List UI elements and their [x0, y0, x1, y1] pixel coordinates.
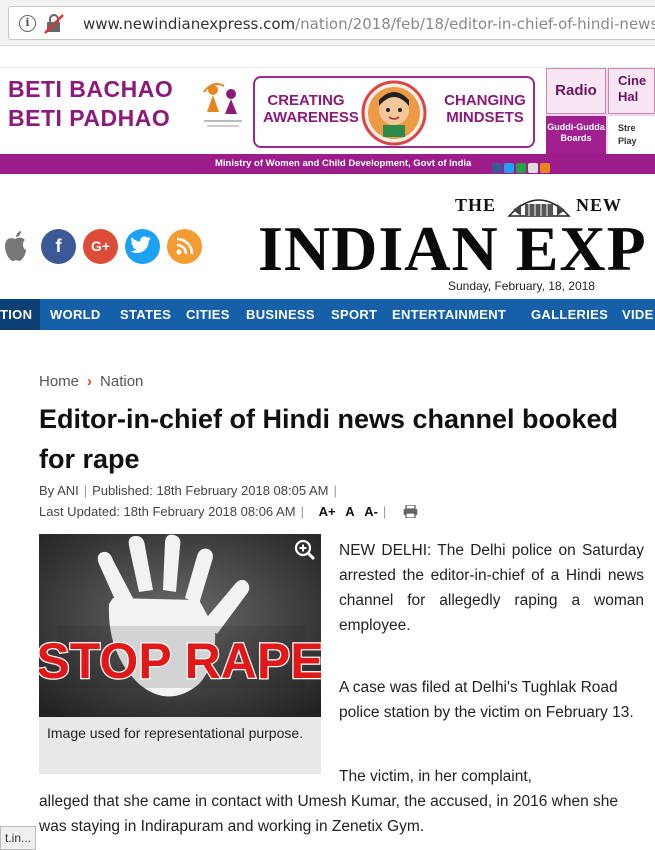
banner-line-1: BETI BACHAO	[8, 76, 174, 102]
badge-word-awareness: AWARENESS	[263, 109, 359, 126]
ministry-web-icon	[528, 163, 538, 173]
article-headline: Editor-in-chief of Hindi news channel bo…	[39, 404, 619, 474]
print-icon[interactable]	[403, 505, 418, 518]
url-input[interactable]: i www.newindianexpress.com/nation/2018/f…	[8, 6, 655, 40]
published-date: Published: 18th February 2018 08:05 AM	[92, 483, 329, 498]
rss-icon[interactable]	[167, 229, 202, 264]
nav-item-nation[interactable]: TION	[0, 299, 41, 330]
googleplus-icon[interactable]: G+	[83, 229, 118, 264]
twitter-icon[interactable]	[125, 229, 160, 264]
ad-tab-street[interactable]: Stre Play	[608, 116, 655, 155]
dateline: NEW DELHI:	[339, 542, 432, 559]
not-secure-icon[interactable]	[43, 13, 65, 35]
masthead-logo[interactable]: INDIAN EXP	[258, 216, 647, 282]
ad-tab-cine-line1: Cine	[618, 73, 647, 88]
ad-tab-cine[interactable]: Cine Hal	[608, 68, 655, 114]
photo-text: STOP RAPE	[39, 633, 321, 689]
nav-item-business[interactable]: BUSINESS	[246, 299, 315, 330]
nav-item-entertainment[interactable]: ENTERTAINMENT	[392, 299, 506, 330]
nav-item-states[interactable]: STATES	[120, 299, 171, 330]
ad-tab-street-line2: Play	[618, 136, 637, 146]
nav-item-cities[interactable]: CITIES	[186, 299, 230, 330]
image-caption: Image used for representational purpose.	[39, 717, 321, 774]
badge-word-changing: CHANGING	[444, 92, 526, 109]
badge-word-creating: CREATING	[267, 92, 345, 109]
main-nav: TION WORLD STATES CITIES BUSINESS SPORT …	[0, 299, 655, 330]
nav-item-sport[interactable]: SPORT	[331, 299, 377, 330]
breadcrumb-chevron-icon: ›	[87, 373, 93, 390]
article-meta-updated: Last Updated: 18th February 2018 08:06 A…	[39, 503, 418, 520]
article-paragraph-2: A case was filed at Delhi's Tughlak Road…	[339, 679, 634, 721]
ministry-social-icons	[492, 158, 552, 173]
awareness-badge: CREATING AWARENESS CHANGING MINDSETS	[253, 76, 535, 148]
browser-address-bar: i www.newindianexpress.com/nation/2018/f…	[0, 0, 655, 46]
nav-item-galleries[interactable]: GALLERIES	[531, 299, 608, 330]
ad-tab-street-line1: Stre	[618, 123, 636, 133]
nav-item-world[interactable]: WORLD	[50, 299, 101, 330]
facebook-icon[interactable]: f	[41, 229, 76, 264]
site-info-icon[interactable]: i	[19, 15, 36, 32]
ministry-strip: Ministry of Women and Child Development,…	[0, 154, 655, 174]
article-meta-published: By ANI | Published: 18th February 2018 08:…	[39, 483, 337, 498]
browser-status-bar: t.in...	[0, 826, 37, 850]
stop-rape-hand-image: STOP RAPE	[39, 534, 321, 717]
article-paragraph-3-start: The victim, in her complaint,	[339, 768, 532, 785]
girl-illustration-icon	[361, 80, 427, 146]
ministry-whatsapp-icon	[516, 163, 526, 173]
masthead-new: NEW	[576, 195, 623, 215]
ad-banner[interactable]: BETI BACHAO BETI PADHAO CREATING AWARENE…	[0, 67, 655, 155]
article-paragraph-1: NEW DELHI: The Delhi police on Saturday …	[339, 538, 644, 638]
font-smaller-button[interactable]: A-	[364, 504, 378, 519]
updated-date: Last Updated: 18th February 2018 08:06 A…	[39, 504, 296, 519]
apple-icon[interactable]	[2, 230, 28, 262]
ministry-text: Ministry of Women and Child Development,…	[215, 158, 472, 169]
banner-line-2: BETI PADHAO	[8, 105, 171, 131]
ad-tab-radio[interactable]: Radio	[546, 68, 606, 114]
ad-tab-cine-line2: Hal	[618, 89, 639, 104]
ministry-twitter-icon	[504, 163, 514, 173]
ministry-facebook-icon	[492, 163, 502, 173]
masthead-the: THE	[455, 195, 497, 215]
breadcrumb-home[interactable]: Home	[39, 373, 79, 390]
zoom-icon[interactable]	[294, 539, 316, 561]
ministry-app-icon	[540, 163, 550, 173]
nav-item-videos[interactable]: VIDE	[622, 299, 654, 330]
breadcrumb: Home › Nation	[39, 372, 143, 392]
badge-word-mindsets: MINDSETS	[446, 109, 524, 126]
article-byline[interactable]: By ANI	[39, 483, 79, 498]
ad-side-tabs: Radio Guddi-Gudda Boards Cine Hal Stre P…	[546, 68, 655, 155]
breadcrumb-nation[interactable]: Nation	[100, 373, 143, 390]
url-text: www.newindianexpress.com/nation/2018/feb…	[83, 15, 655, 33]
bbbp-logo-icon	[203, 83, 242, 127]
font-larger-button[interactable]: A+	[319, 504, 336, 519]
article-image[interactable]: STOP RAPE	[39, 534, 321, 717]
article-paragraph-3-rest: alleged that she came in contact with Um…	[39, 793, 619, 835]
masthead-date: Sunday, February, 18, 2018	[448, 279, 595, 293]
ad-tab-guddi[interactable]: Guddi-Gudda Boards	[546, 116, 606, 155]
font-normal-button[interactable]: A	[345, 504, 354, 519]
